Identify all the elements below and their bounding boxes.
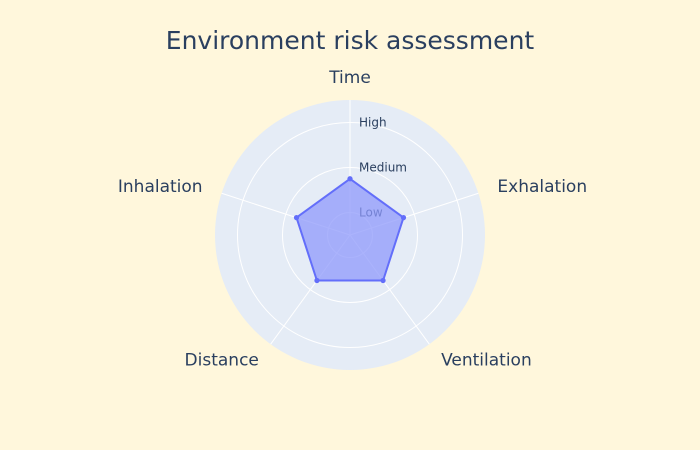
data-point bbox=[380, 277, 386, 284]
radial-tick-label: High bbox=[359, 116, 387, 130]
data-point bbox=[314, 277, 320, 284]
axis-label-distance: Distance bbox=[185, 350, 259, 370]
data-point bbox=[347, 176, 353, 182]
data-point bbox=[400, 215, 407, 221]
radar-chart: LowMediumHighTimeExhalationVentilationDi… bbox=[118, 68, 587, 370]
axis-label-time: Time bbox=[328, 68, 371, 88]
axis-label-ventilation: Ventilation bbox=[441, 350, 532, 370]
axis-label-inhalation: Inhalation bbox=[118, 177, 203, 197]
data-point bbox=[293, 215, 300, 221]
radial-tick-label: Medium bbox=[359, 161, 407, 175]
axis-label-exhalation: Exhalation bbox=[497, 177, 587, 197]
chart-root: Environment risk assessment LowMediumHig… bbox=[0, 0, 700, 450]
